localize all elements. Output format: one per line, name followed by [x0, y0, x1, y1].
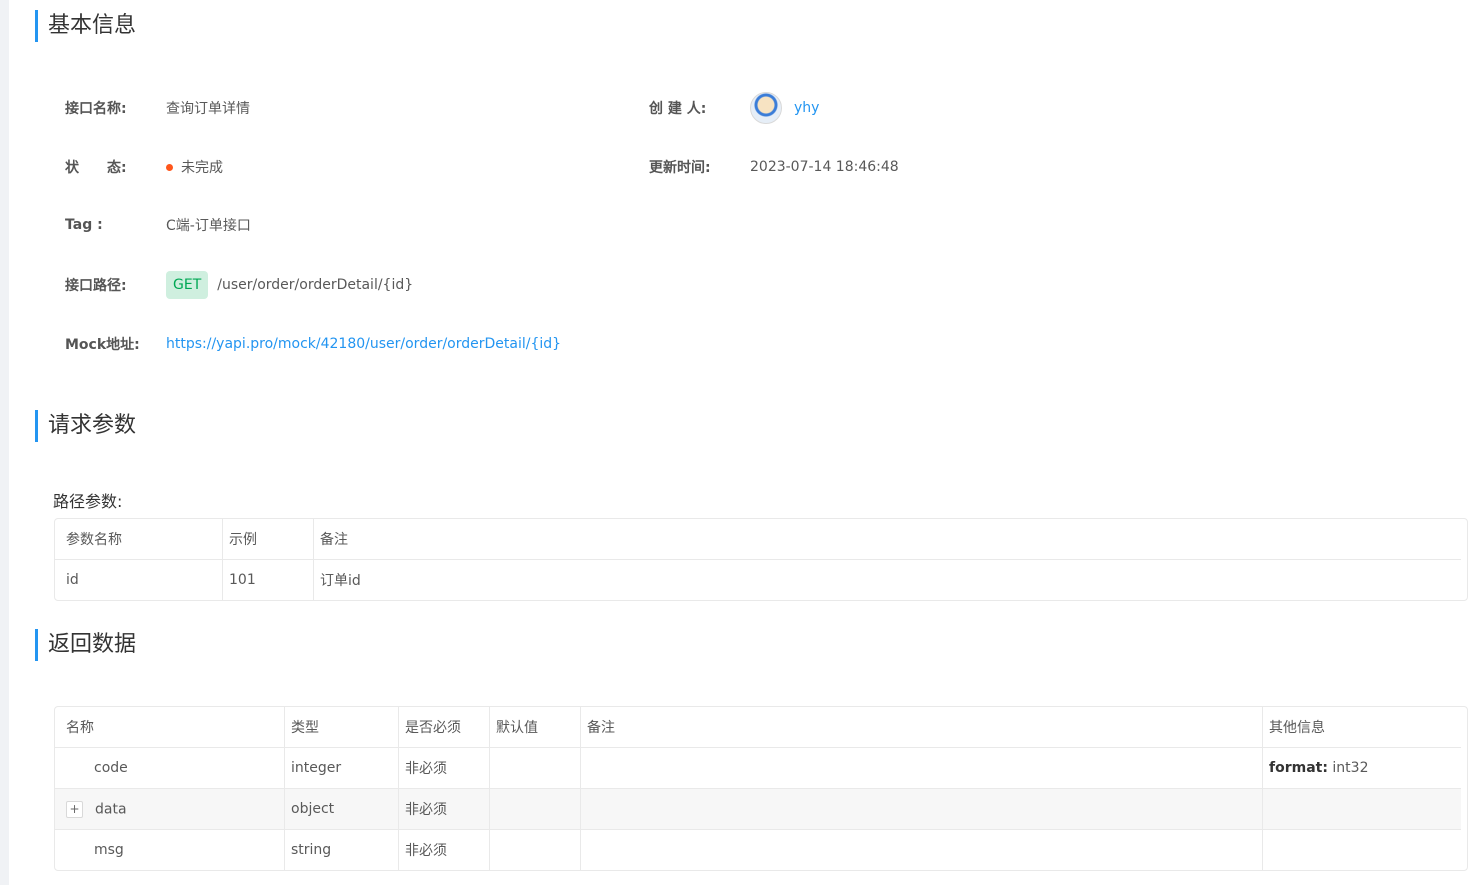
table-row: id 101 订单id [55, 559, 1461, 600]
tag-row: Tag : C端-订单接口 [65, 214, 251, 236]
field-required-cell: 非必须 [398, 788, 490, 830]
creator-row: 创 建 人: yhy [649, 92, 819, 124]
field-name-cell: code [55, 747, 285, 789]
table-row: code integer 非必须 format: int32 [55, 747, 1461, 789]
field-other-cell [1262, 788, 1461, 830]
param-name-cell: id [55, 559, 223, 600]
updated-value: 2023-07-14 18:46:48 [750, 159, 899, 175]
format-key: format: [1269, 760, 1328, 776]
param-example-cell: 101 [222, 559, 314, 600]
field-name-cell: msg [55, 829, 285, 870]
format-value: int32 [1332, 760, 1369, 776]
api-path-row: 接口路径: GET /user/order/orderDetail/{id} [65, 270, 413, 300]
field-remark-cell [580, 747, 1263, 789]
field-required-cell: 非必须 [398, 829, 490, 870]
field-remark-cell [580, 788, 1263, 830]
api-name-value: 查询订单详情 [166, 101, 250, 117]
col-header-required: 是否必须 [398, 707, 490, 748]
tag-label: Tag : [65, 217, 103, 233]
api-path-value: /user/order/orderDetail/{id} [217, 277, 414, 293]
col-header-name: 名称 [55, 707, 285, 748]
status-row: 状 态: 未完成 [65, 156, 223, 178]
table-row: + data object 非必须 [55, 788, 1461, 830]
expand-plus-icon[interactable]: + [66, 800, 83, 818]
updated-label: 更新时间: [649, 160, 711, 176]
field-type-cell: object [284, 788, 399, 830]
section-title-basic-info: 基本信息 [35, 10, 136, 42]
col-header-remark: 备注 [580, 707, 1263, 748]
api-path-label: 接口路径: [65, 278, 127, 294]
status-dot-icon [166, 163, 173, 171]
col-header-param-name: 参数名称 [55, 519, 223, 560]
field-other-cell [1263, 830, 1462, 871]
col-header-type: 类型 [284, 707, 399, 748]
field-name-text: data [95, 801, 127, 817]
col-header-remark: 备注 [313, 519, 1461, 560]
field-default-cell [489, 788, 581, 830]
field-other-cell: format: int32 [1262, 747, 1461, 789]
table-row: msg string 非必须 [55, 829, 1462, 871]
method-badge: GET [166, 271, 209, 299]
mock-row: Mock地址: https://yapi.pro/mock/42180/user… [65, 333, 561, 355]
mock-label: Mock地址: [65, 337, 140, 353]
param-remark-cell: 订单id [320, 573, 361, 589]
section-title-request-params: 请求参数 [35, 410, 136, 442]
field-default-cell [489, 829, 581, 870]
field-required-cell: 非必须 [398, 747, 490, 789]
field-type-cell: string [284, 829, 399, 870]
section-title-response-data: 返回数据 [35, 629, 136, 661]
status-label: 状 态: [65, 160, 127, 176]
mock-url-link[interactable]: https://yapi.pro/mock/42180/user/order/o… [166, 336, 561, 352]
updated-row: 更新时间: 2023-07-14 18:46:48 [649, 156, 899, 178]
tag-value: C端-订单接口 [166, 218, 251, 234]
status-value: 未完成 [181, 160, 223, 176]
path-params-label: 路径参数: [53, 492, 123, 511]
api-name-row: 接口名称: 查询订单详情 [65, 97, 250, 119]
col-header-example: 示例 [222, 519, 314, 560]
creator-link[interactable]: yhy [794, 100, 819, 116]
path-params-table: 参数名称 示例 备注 id 101 订单id [54, 518, 1468, 601]
field-remark-cell [580, 829, 1263, 870]
field-type-cell: integer [284, 747, 399, 789]
api-name-label: 接口名称: [65, 101, 127, 117]
avatar[interactable] [750, 92, 782, 124]
response-table: 名称 类型 是否必须 默认值 备注 其他信息 code integer 非必须 … [54, 706, 1468, 871]
col-header-default: 默认值 [489, 707, 581, 748]
col-header-other: 其他信息 [1262, 707, 1461, 748]
field-name-cell: + data [55, 788, 285, 830]
left-sidebar-edge [0, 0, 9, 885]
creator-label: 创 建 人: [649, 101, 707, 117]
field-default-cell [489, 747, 581, 789]
